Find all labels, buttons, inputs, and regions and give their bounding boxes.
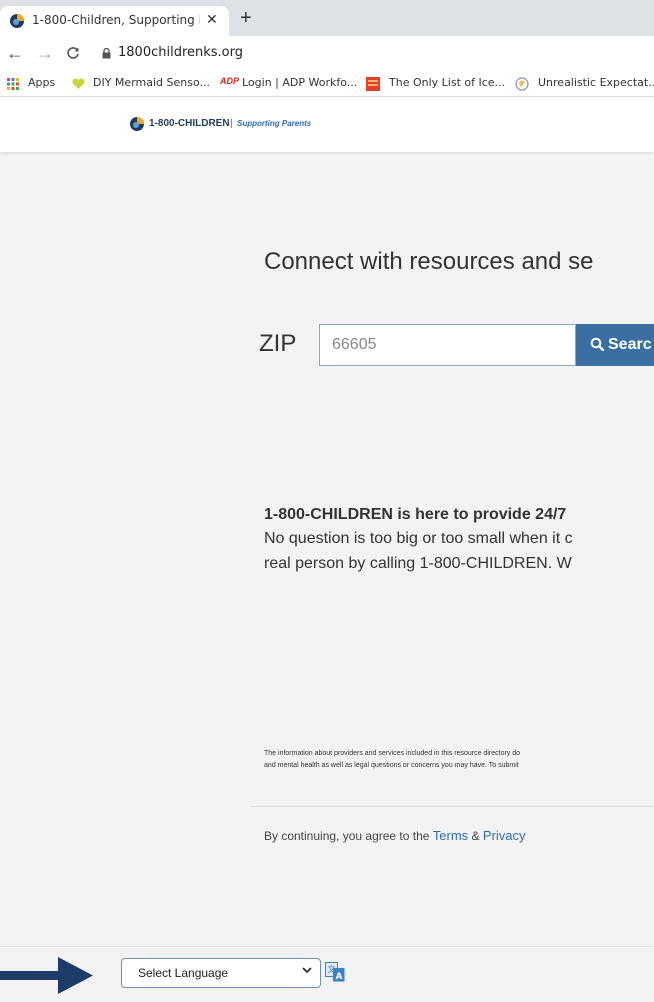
browser-toolbar — [0, 36, 654, 72]
site-header: 1-800-CHILDREN | Supporting Parents — [0, 97, 654, 152]
divider — [251, 806, 654, 807]
site-favicon-icon — [10, 14, 24, 28]
disclaimer-line: and mental health as well as legal quest… — [264, 762, 519, 769]
disclaimer-line: The information about providers and serv… — [264, 750, 521, 757]
logo-tagline: Supporting Parents — [237, 119, 312, 128]
search-icon — [590, 337, 605, 352]
translate-icon[interactable]: 文 A — [325, 962, 345, 982]
intro-text-line: real person by calling 1-800-CHILDREN. W — [264, 555, 572, 572]
svg-text:文: 文 — [328, 964, 336, 974]
logo-separator: | — [230, 118, 233, 129]
bookmark-apps[interactable]: Apps — [28, 76, 55, 89]
zip-label: ZIP — [259, 330, 297, 357]
search-button[interactable]: Searc — [576, 324, 654, 366]
zip-input[interactable]: 66605 — [319, 324, 576, 366]
browser-tab[interactable]: 1-800-Children, Supporting Pare ✕ — [0, 6, 229, 36]
logo-name[interactable]: 1-800-CHILDREN — [149, 118, 230, 129]
reload-icon[interactable] — [66, 46, 80, 60]
terms-link[interactable]: Terms — [433, 828, 468, 843]
forward-icon[interactable]: → — [36, 42, 54, 64]
heart-icon — [72, 78, 85, 89]
adp-icon: ADP — [220, 76, 240, 86]
tab-title: 1-800-Children, Supporting Pare — [32, 13, 200, 27]
bookmark-ice-list[interactable]: The Only List of Ice... — [389, 76, 505, 89]
bookmark-diy-mermaid[interactable]: DIY Mermaid Senso... — [93, 76, 210, 89]
intro-heading: 1-800-CHILDREN is here to provide 24/7 — [264, 506, 567, 523]
new-tab-button[interactable]: + — [240, 6, 252, 30]
bookmark-adp-login[interactable]: Login | ADP Workfo... — [242, 76, 357, 89]
consent-amp: & — [468, 829, 483, 843]
bookmarks-bar: Apps DIY Mermaid Senso... ADP Login | AD… — [0, 72, 654, 97]
close-tab-icon[interactable]: ✕ — [206, 11, 218, 28]
consent-prefix: By continuing, you agree to the — [264, 829, 433, 843]
address-bar[interactable]: 1800childrenks.org — [118, 45, 243, 60]
page-heading: Connect with resources and se — [264, 248, 594, 275]
language-select[interactable]: Select Language — [121, 958, 321, 988]
arrow-pointer-icon — [0, 957, 93, 994]
intro-text-line: No question is too big or too small when… — [264, 530, 573, 547]
list-icon — [366, 77, 380, 91]
logo-icon — [130, 117, 144, 131]
bookmark-unrealistic[interactable]: Unrealistic Expectat... — [538, 76, 654, 89]
lock-icon — [102, 48, 111, 59]
privacy-link[interactable]: Privacy — [483, 828, 526, 843]
browser-tab-bar: 1-800-Children, Supporting Pare ✕ + — [0, 0, 654, 36]
back-icon[interactable]: ← — [6, 42, 24, 64]
apps-grid-icon — [7, 78, 19, 90]
globe-icon — [515, 77, 529, 91]
chevron-down-icon[interactable] — [302, 966, 312, 974]
svg-text:A: A — [336, 972, 343, 982]
search-button-label: Searc — [608, 336, 652, 353]
consent-text: By continuing, you agree to the Terms & … — [264, 828, 525, 843]
